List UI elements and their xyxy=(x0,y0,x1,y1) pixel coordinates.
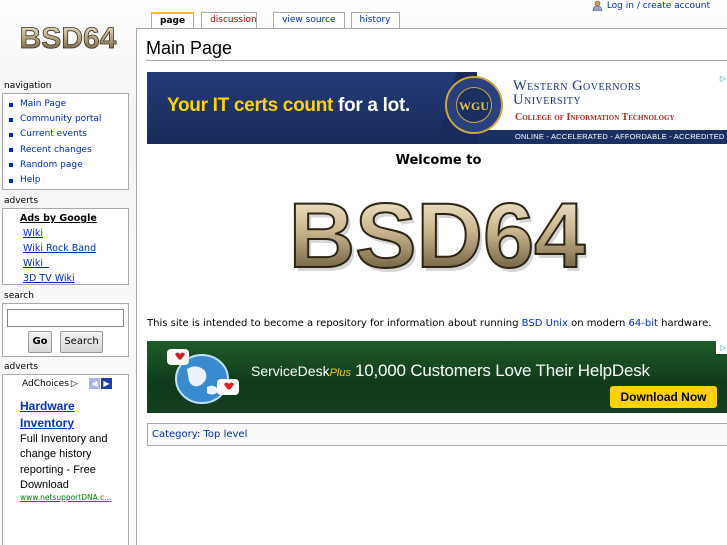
servicedesk-banner-ad[interactable]: ServiceDeskPlus 10,000 Customers Love Th… xyxy=(147,341,727,413)
adverts-2-portlet: AdChoices ▷ ◀ ▶ Hardware Inventory Full … xyxy=(2,374,129,545)
wgu-name: Western Governors University xyxy=(513,78,641,108)
wgu-name-line1: Western Governors xyxy=(513,78,641,94)
servicedesk-brand-b: Plus xyxy=(329,367,351,379)
next-arrow-icon[interactable]: ▶ xyxy=(101,378,112,389)
page-tabs: page discussion view source history xyxy=(151,12,400,30)
tab-discussion[interactable]: discussion xyxy=(201,12,258,29)
ad-link-wiki[interactable]: Wiki xyxy=(23,226,128,241)
navigation-title: navigation xyxy=(4,81,52,91)
search-input[interactable] xyxy=(7,309,124,327)
intro-text-3: hardware. xyxy=(657,318,712,329)
logo-text: BSD64 xyxy=(20,22,117,55)
wgu-banner-ad[interactable]: Your IT certs count for a lot. WGU Weste… xyxy=(147,72,727,144)
adverts-2-title: adverts xyxy=(4,362,39,372)
download-now-button[interactable]: Download Now xyxy=(610,386,717,408)
search-button[interactable]: Search xyxy=(60,331,103,353)
nav-current-events[interactable]: Current events xyxy=(9,127,128,142)
servicedesk-headline: 10,000 Customers Love Their HelpDesk xyxy=(355,361,650,380)
wgu-headline: Your IT certs count for a lot. xyxy=(167,95,410,117)
wgu-seal-text: WGU xyxy=(456,87,492,123)
intro-text-1: This site is intended to become a reposi… xyxy=(147,318,522,329)
nav-recent-changes[interactable]: Recent changes xyxy=(9,143,128,158)
64-bit-link[interactable]: 64-bit xyxy=(629,318,658,329)
adverts-portlet: Ads by Google Wiki Wiki Rock Band Wiki 3… xyxy=(2,208,129,285)
ad-description: Full Inventory and change history report… xyxy=(20,433,108,492)
navigation-portlet: Main Page Community portal Current event… xyxy=(2,93,129,190)
user-icon xyxy=(592,0,603,11)
adchoices-text: AdChoices xyxy=(22,379,69,389)
intro-text-2: on modern xyxy=(567,318,629,329)
wgu-name-line2: University xyxy=(513,92,582,108)
wgu-college: College of Information Technology xyxy=(515,112,675,123)
personal-tools: Log in / create account xyxy=(592,0,710,11)
bsd-unix-link[interactable]: BSD Unix xyxy=(522,318,568,329)
ad-link-3d-tv-wiki[interactable]: 3D TV Wiki xyxy=(23,271,128,286)
category-top-level-link[interactable]: Top level xyxy=(204,429,248,440)
category-label-link[interactable]: Category xyxy=(152,429,197,440)
nav-help[interactable]: Help xyxy=(9,173,128,188)
ad-pager: ◀ ▶ xyxy=(89,378,112,389)
search-portlet: Go Search xyxy=(2,303,129,357)
wgu-tagline: ONLINE - ACCELERATED - AFFORDABLE - ACCR… xyxy=(515,132,725,141)
ad-url-link[interactable]: www.netsupportDNA.c... xyxy=(20,493,111,502)
nav-main-page[interactable]: Main Page xyxy=(9,97,128,112)
intro-paragraph: This site is intended to become a reposi… xyxy=(147,318,711,329)
welcome-text: Welcome to xyxy=(395,153,482,168)
servicedesk-brand-a: ServiceDesk xyxy=(251,363,330,379)
adverts-title: adverts xyxy=(4,196,39,206)
nav-community-portal[interactable]: Community portal xyxy=(9,112,128,127)
search-title: search xyxy=(4,291,34,301)
bsd64-logo-text: BSD64 xyxy=(289,185,586,276)
category-links: Category: Top level xyxy=(147,423,727,446)
ad-link-wiki-rock-band[interactable]: Wiki Rock Band xyxy=(23,241,128,256)
content-area: Main Page Your IT certs count for a lot.… xyxy=(136,28,727,545)
servicedesk-brand: ServiceDeskPlus xyxy=(251,363,351,379)
ad-link-wiki-2[interactable]: Wiki xyxy=(23,256,128,271)
prev-arrow-icon[interactable]: ◀ xyxy=(89,378,100,389)
nav-random-page[interactable]: Random page xyxy=(9,158,128,173)
ads-by-google-link[interactable]: Ads by Google xyxy=(20,211,128,226)
go-button[interactable]: Go xyxy=(28,331,52,353)
page-title: Main Page xyxy=(146,38,727,61)
tab-history[interactable]: history xyxy=(350,12,400,29)
wgu-headline-b: for a lot. xyxy=(338,95,410,116)
adchoice-icon-2[interactable]: ▷ xyxy=(716,341,727,354)
adchoices-icon: ▷ xyxy=(70,379,78,389)
adchoices-label[interactable]: AdChoices ▷ xyxy=(22,379,78,389)
adchoice-icon[interactable]: ▷ xyxy=(716,72,727,85)
login-link[interactable]: Log in / create account xyxy=(607,1,710,11)
bsd64-logo: BSD64 BSD64 xyxy=(287,181,589,291)
wgu-headline-a: Your IT certs count xyxy=(167,95,339,116)
tab-view-source[interactable]: view source xyxy=(273,12,345,29)
wgu-seal-icon: WGU xyxy=(445,76,503,134)
site-logo[interactable]: BSD64 xyxy=(14,18,124,58)
ad-hardware-inventory-link[interactable]: Hardware Inventory xyxy=(20,398,130,432)
